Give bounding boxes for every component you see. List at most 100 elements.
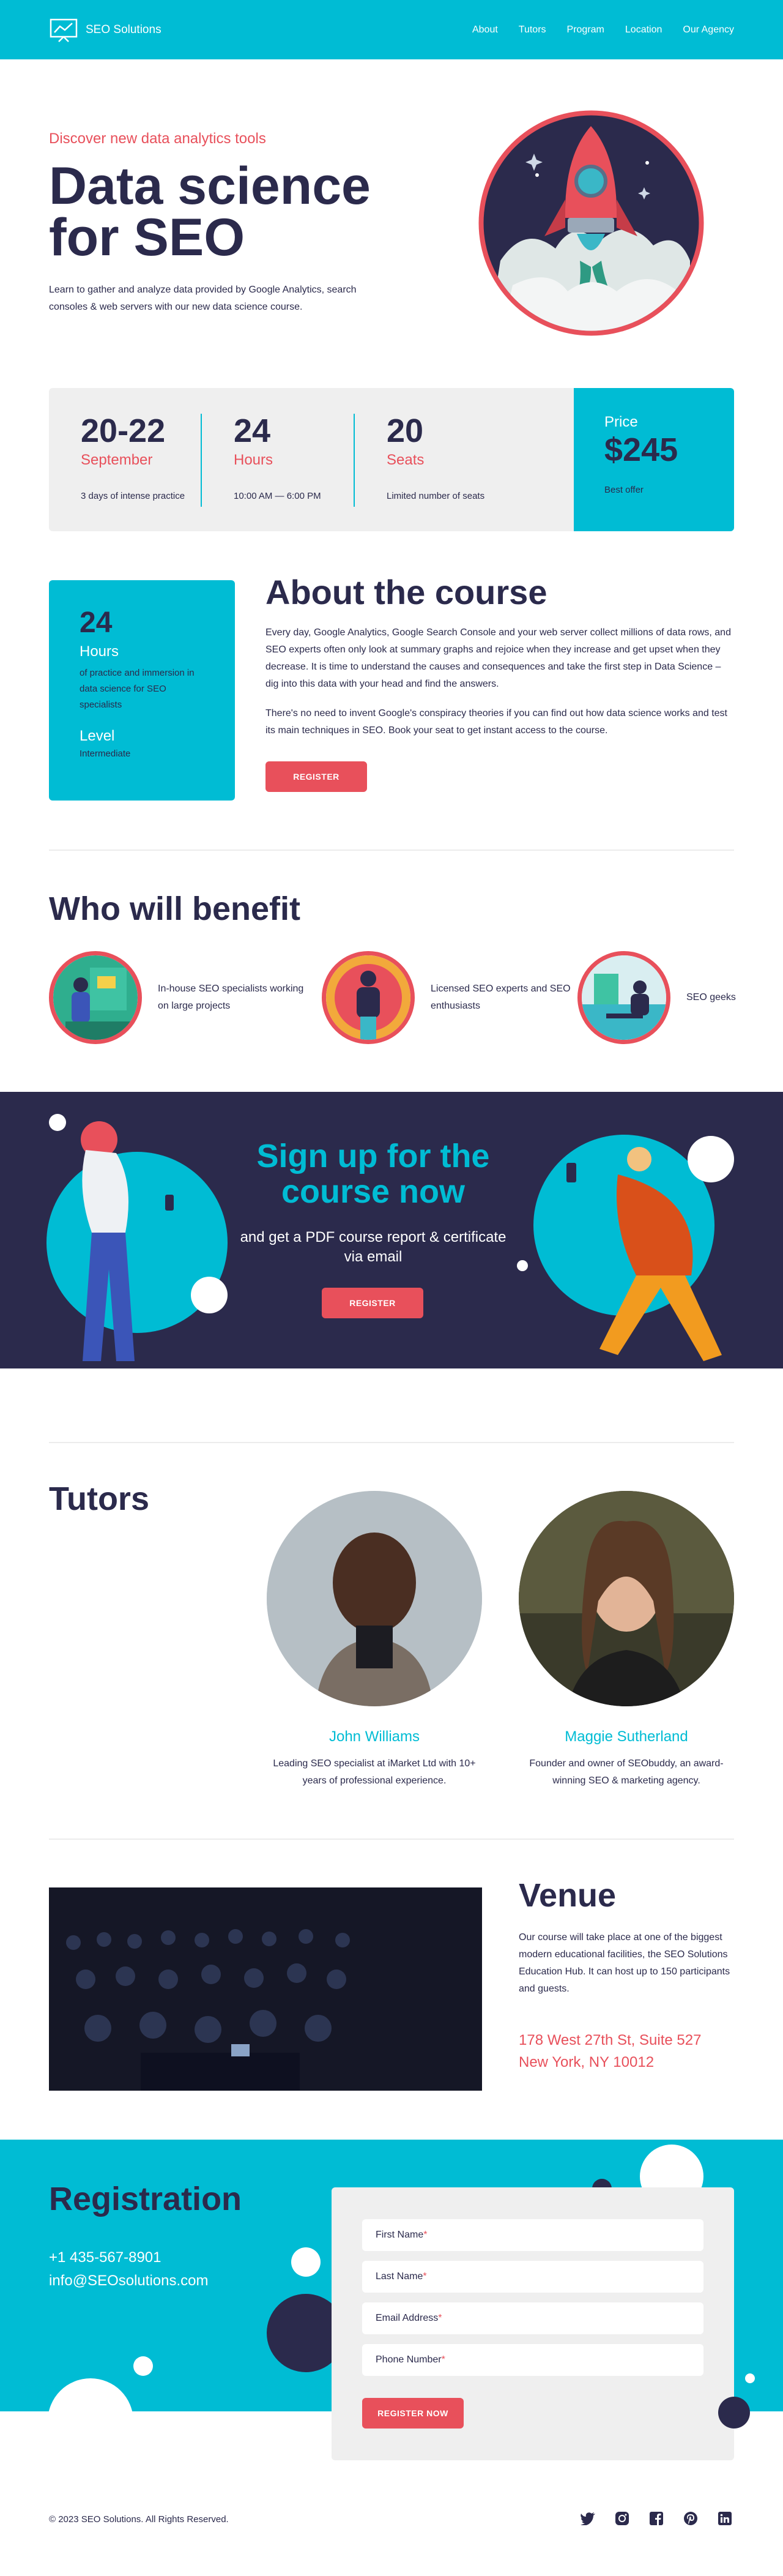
benefit-title: Who will benefit <box>49 890 300 927</box>
contact-phone[interactable]: +1 435-567-8901 <box>49 2246 208 2269</box>
stat-value: 20-22 <box>81 413 166 449</box>
signup-banner: Sign up for the course now and get a PDF… <box>0 1092 783 1368</box>
decorative-circle <box>718 2397 750 2429</box>
main-nav: About Tutors Program Location Our Agency <box>472 24 734 35</box>
field-label: Last Name <box>376 2271 423 2282</box>
price-box: Price $245 Best offer <box>574 388 734 531</box>
venue-photo <box>49 1887 482 2091</box>
logo[interactable]: SEO Solutions <box>49 18 161 42</box>
tutors-title: Tutors <box>49 1480 149 1517</box>
stat-unit: September <box>81 452 153 468</box>
site-header: SEO Solutions About Tutors Program Locat… <box>0 0 783 59</box>
tutor-card: John Williams Leading SEO specialist at … <box>267 1491 482 1790</box>
nav-our-agency[interactable]: Our Agency <box>683 24 734 35</box>
rocket-launch-icon <box>478 110 704 336</box>
stat-unit: Seats <box>387 452 425 468</box>
contact-info: +1 435-567-8901 info@SEOsolutions.com <box>49 2246 208 2293</box>
benefit-label: In-house SEO specialists working on larg… <box>158 984 304 1011</box>
tutor-desc: Leading SEO specialist at iMarket Ltd wi… <box>273 1758 476 1786</box>
tutor-name: Maggie Sutherland <box>565 1728 688 1745</box>
about-section: About the course Every day, Google Analy… <box>265 573 734 792</box>
about-hours-number: 24 <box>80 607 113 639</box>
hero-kicker: Discover new data analytics tools <box>49 130 266 147</box>
about-level-value: Intermediate <box>80 749 131 759</box>
stat-unit: Hours <box>234 452 273 468</box>
nav-location[interactable]: Location <box>625 24 662 35</box>
required-mark: * <box>438 2313 442 2323</box>
divider <box>49 849 734 851</box>
benefit-label: SEO geeks <box>686 992 736 1002</box>
about-level-label: Level <box>80 728 115 744</box>
price-label: Price <box>604 414 638 430</box>
nav-program[interactable]: Program <box>567 24 604 35</box>
stat-seats: 20 Seats Limited number of seats <box>355 388 508 531</box>
divider <box>49 1839 734 1840</box>
phone-field[interactable]: Phone Number * <box>362 2344 703 2376</box>
stat-dates: 20-22 September 3 days of intense practi… <box>49 388 202 531</box>
venue-address: 178 West 27th St, Suite 527 New York, NY… <box>519 2029 733 2074</box>
benefit-label: Licensed SEO experts and SEO enthusiasts <box>431 984 571 1011</box>
price-value: $245 <box>604 431 678 468</box>
stat-desc: Limited number of seats <box>387 491 485 501</box>
instagram-icon[interactable] <box>613 2509 631 2528</box>
chart-board-icon <box>50 18 78 42</box>
field-label: Email Address <box>376 2313 439 2323</box>
stat-hours: 24 Hours 10:00 AM — 6:00 PM <box>202 388 355 531</box>
benefit-item: In-house SEO specialists working on larg… <box>49 951 305 1044</box>
hero-title: Data science for SEO <box>49 157 371 267</box>
venue-address-line-1: 178 West 27th St, Suite 527 <box>519 2032 702 2048</box>
benefit-item: SEO geeks <box>577 951 741 1044</box>
about-hours-label: Hours <box>80 643 119 660</box>
tutor-desc: Founder and owner of SEObuddy, an award-… <box>529 1758 724 1786</box>
expert-illustration <box>322 951 415 1044</box>
divider <box>49 1442 734 1443</box>
registration-form: First Name * Last Name * Email Address * Ph… <box>332 2187 734 2460</box>
linkedin-icon[interactable] <box>716 2509 734 2528</box>
social-links <box>579 2509 734 2528</box>
signup-register-button[interactable]: REGISTER <box>322 1288 423 1318</box>
field-label: Phone Number <box>376 2354 442 2365</box>
twitter-icon[interactable] <box>579 2509 597 2528</box>
tutor-name: John Williams <box>328 1728 420 1745</box>
about-card-text: of practice and immersion in data scienc… <box>80 668 195 710</box>
tutor-card: Maggie Sutherland Founder and owner of S… <box>519 1491 734 1790</box>
stat-desc: 3 days of intense practice <box>81 491 185 501</box>
course-stats: 20-22 September 3 days of intense practi… <box>49 388 734 531</box>
registration-title: Registration <box>49 2181 242 2217</box>
about-paragraph-1: Every day, Google Analytics, Google Sear… <box>265 627 731 689</box>
copyright: © 2023 SEO Solutions. All Rights Reserve… <box>49 2514 229 2525</box>
contact-email[interactable]: info@SEOsolutions.com <box>49 2269 208 2293</box>
required-mark: * <box>441 2354 445 2365</box>
nav-tutors[interactable]: Tutors <box>519 24 546 35</box>
tutor-photo <box>519 1491 734 1706</box>
email-field[interactable]: Email Address * <box>362 2302 703 2334</box>
venue-text: Our course will take place at one of the… <box>519 1932 730 1994</box>
stat-value: 24 <box>234 413 271 449</box>
field-label: First Name <box>376 2230 424 2240</box>
nav-about[interactable]: About <box>472 24 498 35</box>
price-note: Best offer <box>604 485 644 495</box>
hero-lead: Learn to gather and analyze data provide… <box>49 285 357 312</box>
required-mark: * <box>423 2230 428 2240</box>
about-title: About the course <box>265 573 547 611</box>
stat-value: 20 <box>387 413 424 449</box>
venue-title: Venue <box>519 1877 617 1914</box>
signup-text: and get a PDF course report & certificat… <box>240 1229 507 1265</box>
required-mark: * <box>423 2271 427 2282</box>
pinterest-icon[interactable] <box>681 2509 700 2528</box>
geek-illustration <box>577 951 670 1044</box>
about-summary-card: 24 Hours of practice and immersion in da… <box>49 580 235 801</box>
benefit-item: Licensed SEO experts and SEO enthusiasts <box>322 951 577 1044</box>
register-now-button[interactable]: REGISTER NOW <box>362 2398 464 2429</box>
signup-title: Sign up for the course now <box>256 1138 490 1210</box>
last-name-field[interactable]: Last Name * <box>362 2261 703 2293</box>
stat-desc: 10:00 AM — 6:00 PM <box>234 491 321 501</box>
logo-text: SEO Solutions <box>86 23 161 36</box>
site-footer: © 2023 SEO Solutions. All Rights Reserve… <box>0 2485 783 2552</box>
about-paragraph-2: There's no need to invent Google's consp… <box>265 708 727 736</box>
tutor-photo <box>267 1491 482 1706</box>
first-name-field[interactable]: First Name * <box>362 2219 703 2251</box>
facebook-icon[interactable] <box>647 2509 666 2528</box>
venue-address-line-2: New York, NY 10012 <box>519 2054 655 2070</box>
register-button[interactable]: REGISTER <box>265 761 367 792</box>
